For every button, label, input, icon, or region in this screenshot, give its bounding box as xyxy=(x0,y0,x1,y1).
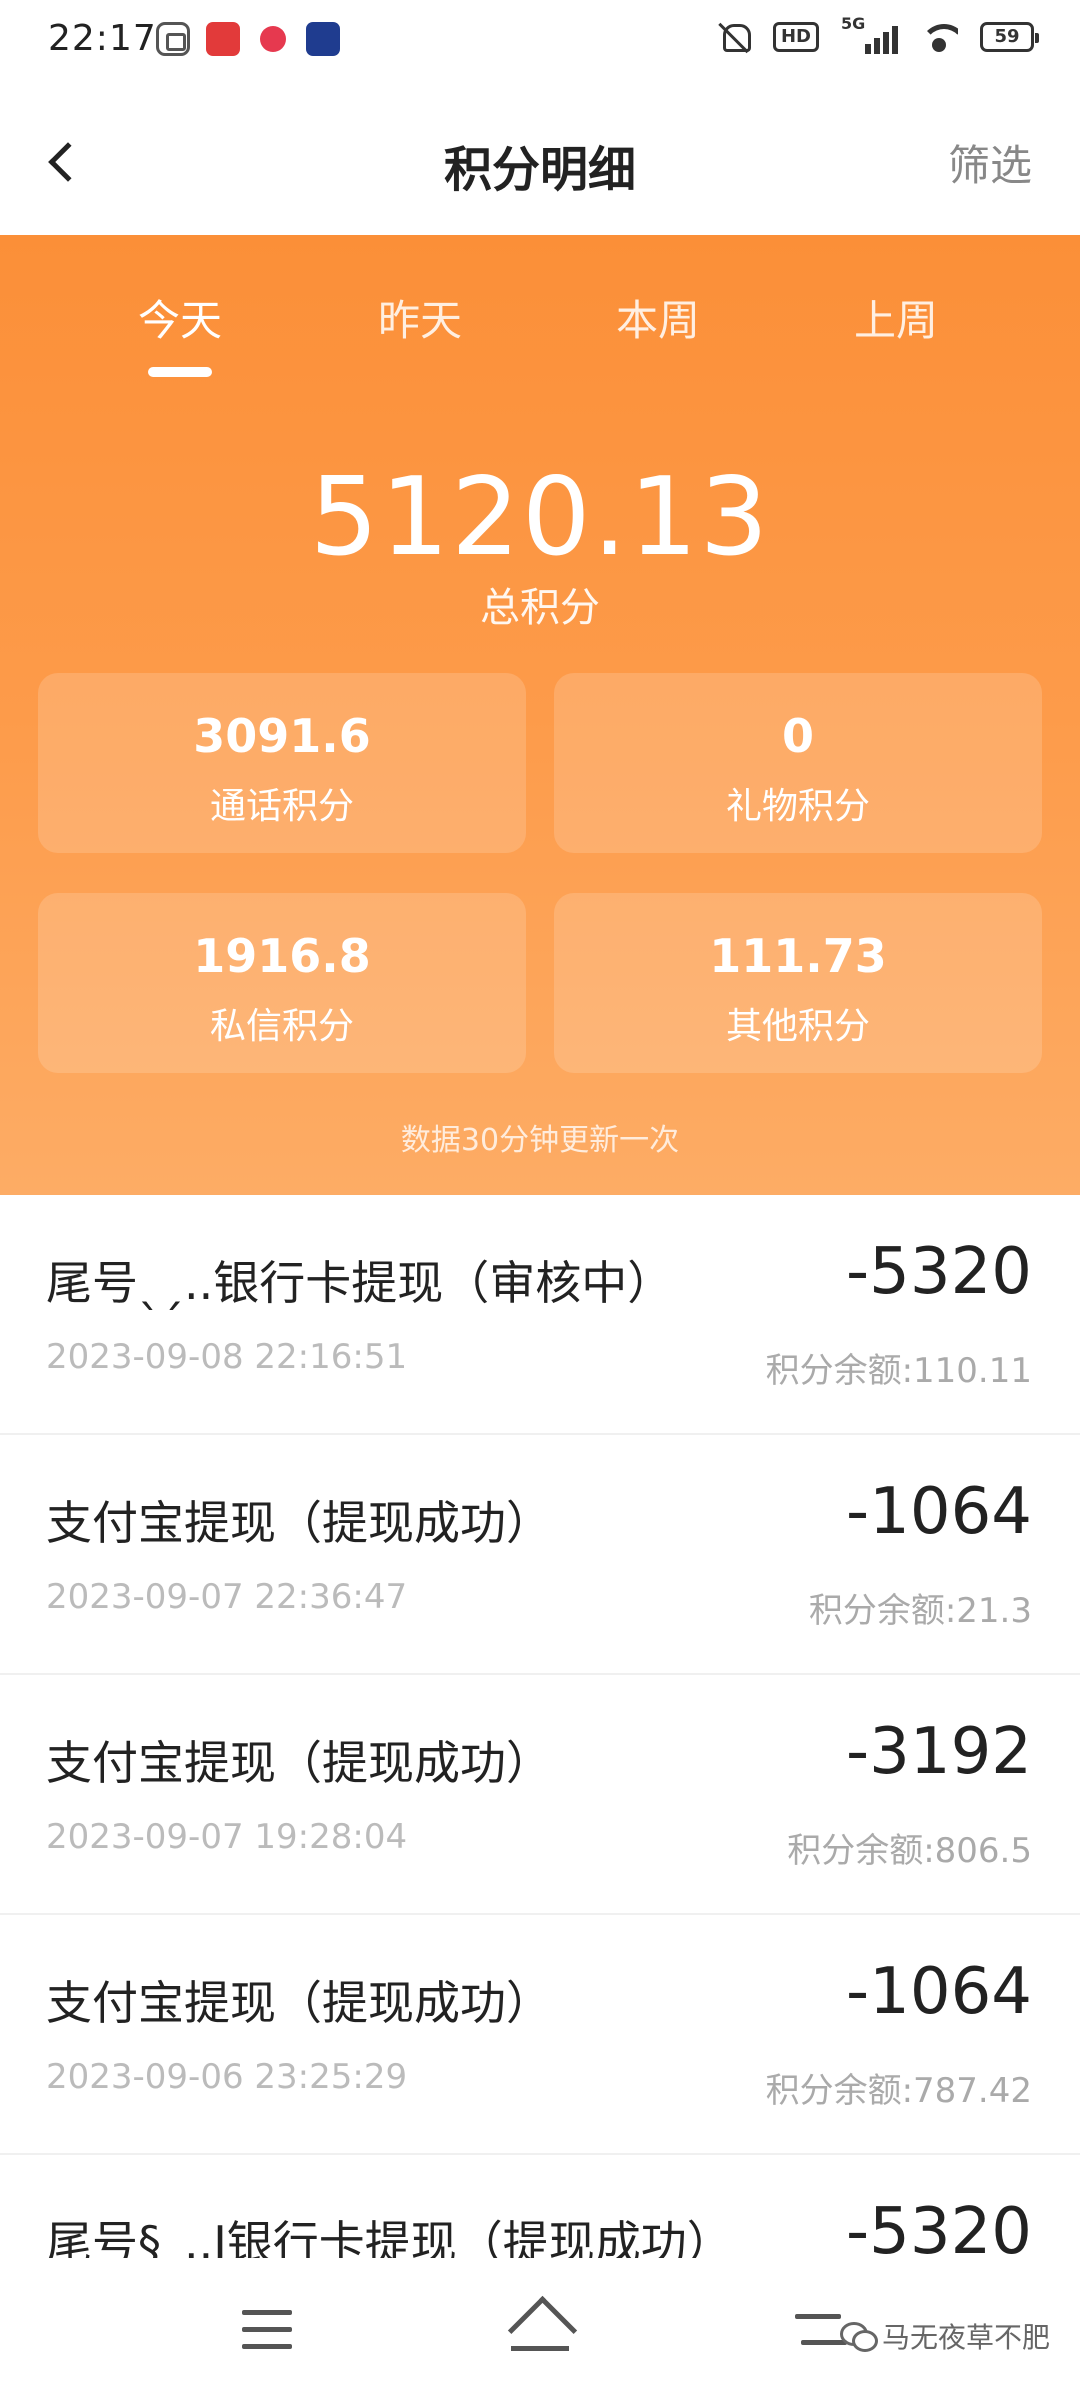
record-title: 尾号ˎˏ..银行卡提现（审核中） xyxy=(46,1256,674,1310)
hd-badge: HD xyxy=(772,22,819,52)
stat-card-message: 1916.8 私信积分 xyxy=(38,893,526,1073)
record-time: 2023-09-07 19:28:04 xyxy=(46,1817,408,1857)
watermark: 马无夜草不肥 xyxy=(839,2316,1050,2356)
header: 积分明细 筛选 xyxy=(0,90,1080,235)
signal-icon: 5G xyxy=(841,14,898,54)
stat-label: 礼物积分 xyxy=(725,786,870,827)
stat-card-other: 111.73 其他积分 xyxy=(554,893,1042,1073)
stat-value: 3091.6 xyxy=(193,709,371,763)
app-notification-icon xyxy=(306,22,340,56)
total-points-label: 总积分 xyxy=(480,585,600,631)
record-amount: -1064 xyxy=(846,1955,1032,2029)
page-title: 积分明细 xyxy=(443,142,636,198)
record-balance: 积分余额:806.5 xyxy=(787,1831,1032,1871)
stat-label: 通话积分 xyxy=(209,786,354,827)
record-balance: 积分余额:21.3 xyxy=(808,1591,1032,1631)
record-amount: -5320 xyxy=(846,1235,1032,1309)
status-bar: 22:17 HD 5G 59 xyxy=(0,0,1080,90)
status-time: 22:17 xyxy=(48,18,157,59)
update-note: 数据30分钟更新一次 xyxy=(400,1123,680,1158)
stat-value: 1916.8 xyxy=(193,929,371,983)
menu-icon[interactable] xyxy=(242,2308,292,2352)
app-notification-icon xyxy=(206,22,240,56)
stat-value: 111.73 xyxy=(709,929,887,983)
app-notification-icon xyxy=(256,22,290,56)
battery-icon: 59 xyxy=(980,22,1039,52)
status-indicators: HD 5G 59 xyxy=(717,14,1039,54)
record-time: 2023-09-08 22:16:51 xyxy=(46,1337,408,1377)
stat-label: 其他积分 xyxy=(725,1006,870,1047)
bell-off-icon xyxy=(717,20,751,54)
record-title: 支付宝提现（提现成功） xyxy=(46,1976,552,2030)
network-type: 5G xyxy=(841,14,866,33)
watermark-text: 马无夜草不肥 xyxy=(881,2321,1050,2354)
tab-this-week[interactable]: 本周 xyxy=(558,287,758,348)
list-item[interactable]: 支付宝提现（提现成功） 2023-09-06 23:25:29 -1064 积分… xyxy=(0,1915,1080,2155)
home-icon[interactable] xyxy=(505,2298,575,2358)
system-navigation-bar: 马无夜草不肥 xyxy=(0,2258,1080,2408)
list-item[interactable]: 尾号ˎˏ..银行卡提现（审核中） 2023-09-08 22:16:51 -53… xyxy=(0,1195,1080,1435)
period-tabs: 今天 昨天 本周 上周 xyxy=(0,235,1080,385)
status-app-icons xyxy=(156,22,340,56)
tab-last-week[interactable]: 上周 xyxy=(796,287,996,348)
record-amount: -1064 xyxy=(846,1475,1032,1549)
record-title: 支付宝提现（提现成功） xyxy=(46,1736,552,1790)
tab-indicator xyxy=(148,367,212,377)
record-title: 支付宝提现（提现成功） xyxy=(46,1496,552,1550)
record-time: 2023-09-06 23:25:29 xyxy=(46,2057,408,2097)
record-time: 2023-09-07 22:36:47 xyxy=(46,1577,408,1617)
record-balance: 积分余额:110.11 xyxy=(765,1351,1032,1391)
wechat-icon xyxy=(839,2322,878,2352)
points-summary: 今天 昨天 本周 上周 5120.13 总积分 3091.6 通话积分 0 礼物… xyxy=(0,235,1080,1195)
app-notification-icon xyxy=(156,22,190,56)
tab-yesterday[interactable]: 昨天 xyxy=(320,287,520,348)
record-balance: 积分余额:787.42 xyxy=(765,2071,1032,2111)
stat-card-call: 3091.6 通话积分 xyxy=(38,673,526,853)
list-item[interactable]: 支付宝提现（提现成功） 2023-09-07 19:28:04 -3192 积分… xyxy=(0,1675,1080,1915)
stat-label: 私信积分 xyxy=(209,1006,354,1047)
tab-today[interactable]: 今天 xyxy=(80,287,280,348)
stat-card-gift: 0 礼物积分 xyxy=(554,673,1042,853)
stat-value: 0 xyxy=(781,709,814,763)
wifi-icon xyxy=(920,22,958,52)
points-record-list: 尾号ˎˏ..银行卡提现（审核中） 2023-09-08 22:16:51 -53… xyxy=(0,1195,1080,2395)
total-points-value: 5120.13 xyxy=(309,455,771,580)
filter-button[interactable]: 筛选 xyxy=(948,132,1032,193)
record-amount: -3192 xyxy=(846,1715,1032,1789)
list-item[interactable]: 支付宝提现（提现成功） 2023-09-07 22:36:47 -1064 积分… xyxy=(0,1435,1080,1675)
